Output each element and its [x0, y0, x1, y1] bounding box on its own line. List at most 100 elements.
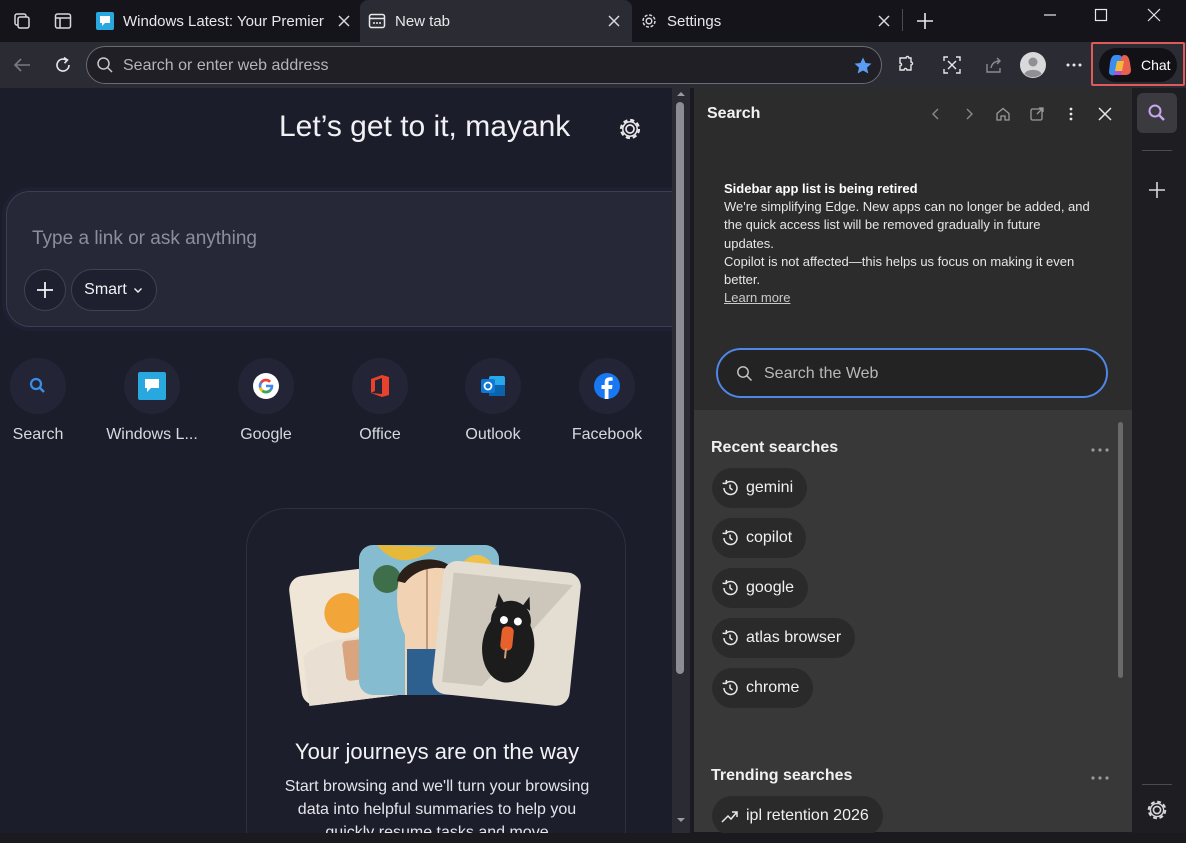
trending-arrow-icon [721, 811, 738, 823]
tile-label: Windows L... [106, 426, 198, 443]
gear-icon [1147, 800, 1167, 820]
quick-link-google[interactable]: Google [216, 358, 316, 444]
rail-settings-button[interactable] [1142, 795, 1172, 825]
recent-search-chip[interactable]: gemini [712, 468, 808, 508]
quick-link-windows-latest[interactable]: Windows L... [102, 358, 202, 444]
minimize-button[interactable] [1036, 4, 1064, 26]
chip-label: ipl retention 2026 [746, 807, 869, 824]
journeys-description: Start browsing and we'll turn your brows… [284, 778, 590, 833]
screenshot-button[interactable] [938, 51, 966, 79]
page-scrollbar[interactable] [672, 88, 690, 833]
smart-label: Smart [84, 281, 127, 298]
add-attachment-button[interactable] [24, 269, 66, 311]
minimize-icon [1044, 14, 1056, 16]
sidebar-rail [1132, 88, 1186, 833]
pane-title: Search [707, 105, 761, 122]
share-icon [986, 57, 1001, 73]
quick-link-search[interactable]: Search [0, 358, 88, 444]
close-icon[interactable] [606, 13, 622, 29]
title-bar: Windows Latest: Your Premier Source New … [0, 0, 1186, 42]
search-icon [29, 377, 45, 393]
scrollbar-thumb[interactable] [676, 102, 684, 674]
history-icon [722, 529, 738, 546]
address-bar[interactable]: Search or enter web address [86, 46, 882, 84]
avatar [1020, 52, 1046, 78]
chat-label: Chat [1141, 57, 1171, 73]
maximize-button[interactable] [1087, 4, 1115, 26]
history-icon [722, 479, 738, 496]
copilot-chat-button[interactable]: Chat [1099, 48, 1177, 82]
rail-divider [1142, 150, 1172, 151]
trending-searches-title: Trending searches [711, 767, 853, 784]
new-tab-icon [368, 13, 386, 29]
tab-new-tab[interactable]: New tab [360, 0, 632, 42]
tab-title: Settings [667, 12, 722, 30]
more-menu-button[interactable] [1060, 51, 1088, 79]
maximize-icon [1094, 8, 1108, 22]
quick-link-outlook[interactable]: Outlook [443, 358, 543, 444]
tile-label: Facebook [571, 426, 643, 443]
refresh-button[interactable] [49, 51, 77, 79]
share-button[interactable] [980, 51, 1008, 79]
tile-circle [465, 358, 521, 414]
search-icon [737, 366, 752, 381]
toolbar: Search or enter web address Chat [0, 42, 1186, 117]
profile-button[interactable] [1019, 51, 1047, 79]
notice-heading: Sidebar app list is being retired [724, 181, 918, 196]
close-icon[interactable] [336, 13, 352, 29]
recent-search-chip[interactable]: chrome [712, 668, 814, 708]
more-vertical-icon [1069, 107, 1073, 121]
extensions-button[interactable] [892, 51, 920, 79]
recent-search-chip[interactable]: google [712, 568, 809, 608]
recent-search-chip[interactable]: copilot [712, 518, 807, 558]
scroll-up-icon[interactable] [676, 90, 686, 98]
scroll-down-icon[interactable] [676, 816, 686, 824]
tile-circle [124, 358, 180, 414]
tile-circle [579, 358, 635, 414]
rail-search-button[interactable] [1137, 93, 1177, 133]
vertical-tabs-icon[interactable] [50, 8, 76, 34]
plus-icon [917, 13, 933, 29]
favorite-star-icon[interactable] [853, 56, 873, 76]
back-button[interactable] [8, 51, 36, 79]
new-tab-button[interactable] [912, 8, 938, 34]
office-icon [371, 375, 389, 397]
recent-searches-title: Recent searches [711, 439, 839, 456]
tab-windows-latest[interactable]: Windows Latest: Your Premier Source [86, 0, 358, 42]
tab-title: New tab [395, 12, 451, 30]
pane-close-button[interactable] [1094, 103, 1116, 125]
pane-scrollbar[interactable] [1118, 422, 1123, 678]
chip-label: chrome [746, 679, 800, 696]
journeys-card: Your journeys are on the way Start brows… [246, 508, 626, 833]
pane-forward-button[interactable] [958, 103, 980, 125]
tile-circle [352, 358, 408, 414]
pane-more-button[interactable] [1060, 103, 1082, 125]
chevron-down-icon [133, 288, 142, 293]
quick-link-office[interactable]: Office [330, 358, 430, 444]
more-horizontal-icon[interactable] [1090, 446, 1110, 454]
more-horizontal-icon[interactable] [1090, 774, 1110, 782]
history-icon [722, 579, 738, 596]
chip-label: atlas browser [746, 629, 842, 646]
quick-link-facebook[interactable]: Facebook [557, 358, 657, 444]
window-close-button[interactable] [1140, 4, 1168, 26]
tab-settings[interactable]: Settings [636, 0, 898, 42]
tile-label: Search [12, 426, 64, 443]
web-search-input[interactable]: Search the Web [716, 348, 1108, 398]
recent-search-chip[interactable]: atlas browser [712, 618, 856, 658]
gear-icon[interactable] [617, 116, 643, 142]
pane-open-in-tab-button[interactable] [1026, 103, 1048, 125]
smart-mode-dropdown[interactable]: Smart [71, 269, 157, 311]
workspaces-icon[interactable] [9, 8, 35, 34]
pane-home-button[interactable] [992, 103, 1014, 125]
outlook-icon [481, 376, 505, 396]
pane-back-button[interactable] [925, 103, 947, 125]
learn-more-link[interactable]: Learn more [724, 290, 790, 305]
trending-search-chip[interactable]: ipl retention 2026 [712, 796, 883, 836]
tile-circle [238, 358, 294, 414]
rail-divider [1142, 784, 1172, 785]
close-icon[interactable] [876, 13, 892, 29]
search-suggestions: Recent searches gemini copilot google at… [694, 410, 1132, 836]
ask-box[interactable]: Type a link or ask anything Smart [6, 191, 672, 327]
rail-add-button[interactable] [1142, 175, 1172, 205]
